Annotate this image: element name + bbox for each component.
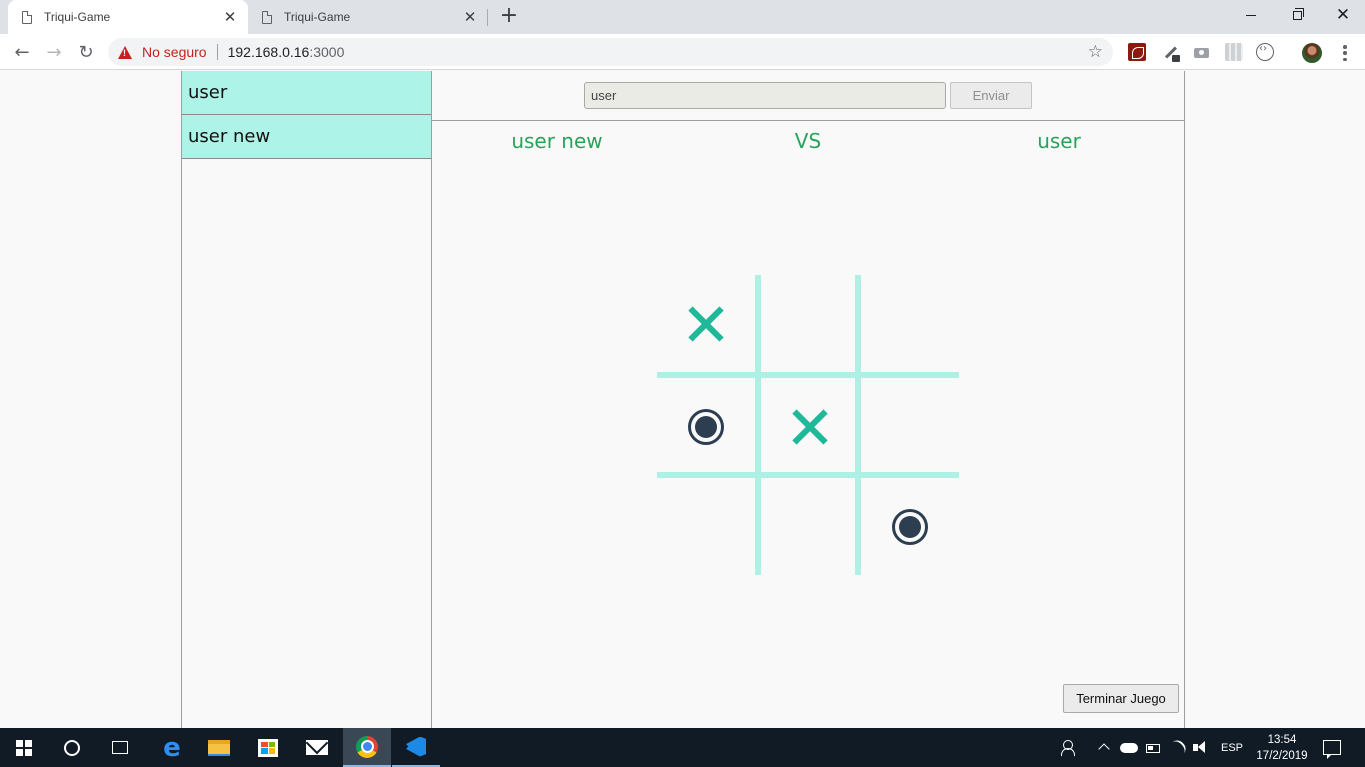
edge-taskbar-button[interactable]: e <box>148 728 196 767</box>
notifications-icon[interactable] <box>1323 740 1341 759</box>
tab-close-icon[interactable]: ✕ <box>222 9 238 26</box>
user-list: user user new <box>181 71 432 728</box>
forward-button[interactable]: → <box>41 39 67 65</box>
chrome-icon <box>356 735 378 758</box>
people-icon[interactable] <box>1061 740 1079 756</box>
pen-extension-icon[interactable] <box>1162 43 1180 62</box>
vscode-icon <box>406 736 426 757</box>
restore-icon <box>1292 7 1304 20</box>
volume-icon[interactable] <box>1193 741 1209 755</box>
browser-menu-button[interactable] <box>1337 43 1353 63</box>
o-mark-icon <box>688 408 724 445</box>
back-button[interactable]: ← <box>9 39 35 65</box>
board-cell-0-2[interactable] <box>861 275 959 372</box>
browser-tab-strip: Triqui-Game ✕ Triqui-Game ✕ + ✕ <box>0 0 1365 34</box>
board-cell-0-1[interactable] <box>761 275 859 372</box>
task-view-icon <box>112 741 128 754</box>
address-separator <box>216 44 218 60</box>
file-explorer-icon <box>208 739 230 756</box>
search-icon <box>64 739 80 756</box>
tic-tac-toe-board <box>657 275 959 575</box>
camera-extension-icon[interactable] <box>1193 43 1211 61</box>
board-cell-2-0[interactable] <box>657 478 755 575</box>
url-host: 192.168.0.16 <box>227 44 310 60</box>
task-view-button[interactable] <box>96 728 144 767</box>
clock-time: 13:54 <box>1267 733 1297 746</box>
board-cell-1-2[interactable] <box>861 378 959 475</box>
chrome-taskbar-button[interactable] <box>343 728 391 767</box>
address-bar[interactable]: No seguro 192.168.0.16:3000 ☆ <box>108 38 1113 66</box>
board-cell-2-2[interactable] <box>861 478 959 575</box>
window-close-button[interactable]: ✕ <box>1320 0 1365 30</box>
x-mark-icon <box>792 409 828 445</box>
minimize-icon <box>1246 14 1256 16</box>
vs-label: VS <box>794 129 822 153</box>
store-icon <box>258 738 278 757</box>
pdf-extension-icon[interactable] <box>1128 43 1146 61</box>
x-mark-icon <box>688 306 724 342</box>
tab-title: Triqui-Game <box>284 10 351 24</box>
edge-icon: e <box>163 732 181 763</box>
search-button[interactable] <box>48 728 96 767</box>
board-cell-1-1[interactable] <box>761 378 859 475</box>
browser-toolbar: ← → ↻ No seguro 192.168.0.16:3000 ☆ <box>0 34 1365 70</box>
game-panel: Enviar user new VS user Terminar Juego <box>432 71 1185 728</box>
board-cell-2-1[interactable] <box>761 478 859 575</box>
reload-icon: ↻ <box>78 41 94 63</box>
code-extension-icon[interactable] <box>1256 43 1274 61</box>
arrow-right-icon: → <box>46 41 62 63</box>
start-button[interactable] <box>0 728 48 767</box>
window-minimize-button[interactable] <box>1228 0 1274 30</box>
browser-tab-inactive[interactable]: Triqui-Game ✕ <box>248 0 488 34</box>
window-restore-button[interactable] <box>1274 0 1320 30</box>
new-tab-button[interactable]: + <box>498 5 520 28</box>
mail-taskbar-button[interactable] <box>293 728 341 767</box>
store-taskbar-button[interactable] <box>244 728 292 767</box>
vscode-taskbar-button[interactable] <box>392 728 440 767</box>
input-language[interactable]: ESP <box>1221 728 1243 767</box>
end-game-button[interactable]: Terminar Juego <box>1063 684 1179 713</box>
clock-date: 17/2/2019 <box>1256 749 1308 762</box>
battery-icon[interactable] <box>1146 744 1160 753</box>
page-icon <box>22 10 32 24</box>
profile-avatar[interactable] <box>1302 43 1322 63</box>
onedrive-cloud-icon[interactable] <box>1120 743 1138 753</box>
o-mark-icon <box>892 508 928 545</box>
user-list-item[interactable]: user new <box>182 115 431 159</box>
windows-logo-icon <box>16 739 32 756</box>
page-content: user user new Enviar user new VS user Te… <box>0 71 1365 728</box>
message-bar: Enviar <box>432 71 1184 121</box>
browser-tab-active[interactable]: Triqui-Game ✕ <box>8 0 248 34</box>
show-hidden-icons-chevron-icon[interactable] <box>1098 743 1110 755</box>
message-input[interactable] <box>584 82 946 109</box>
tab-title: Triqui-Game <box>44 10 111 24</box>
warning-icon <box>118 45 132 59</box>
windows-taskbar: e ESP 13:54 17/2/2019 <box>0 728 1365 767</box>
board-cell-0-0[interactable] <box>657 275 755 372</box>
file-explorer-taskbar-button[interactable] <box>195 728 243 767</box>
close-icon: ✕ <box>1335 5 1351 25</box>
user-list-item[interactable]: user <box>182 71 431 115</box>
page-icon <box>262 10 272 24</box>
grid-extension-icon[interactable] <box>1225 43 1243 61</box>
mail-icon <box>306 740 328 755</box>
wifi-icon[interactable] <box>1167 737 1189 759</box>
url-port: :3000 <box>309 44 345 60</box>
security-status[interactable]: No seguro <box>142 44 207 60</box>
player-right-name: user <box>1037 129 1081 153</box>
reload-button[interactable]: ↻ <box>73 39 99 65</box>
send-button[interactable]: Enviar <box>950 82 1032 109</box>
arrow-left-icon: ← <box>14 41 30 63</box>
player-left-name: user new <box>511 129 603 153</box>
bookmark-star-icon[interactable]: ☆ <box>1088 42 1103 62</box>
system-clock[interactable]: 13:54 17/2/2019 <box>1252 728 1312 767</box>
tab-divider <box>487 9 488 26</box>
tab-close-icon[interactable]: ✕ <box>462 9 478 26</box>
board-cell-1-0[interactable] <box>657 378 755 475</box>
